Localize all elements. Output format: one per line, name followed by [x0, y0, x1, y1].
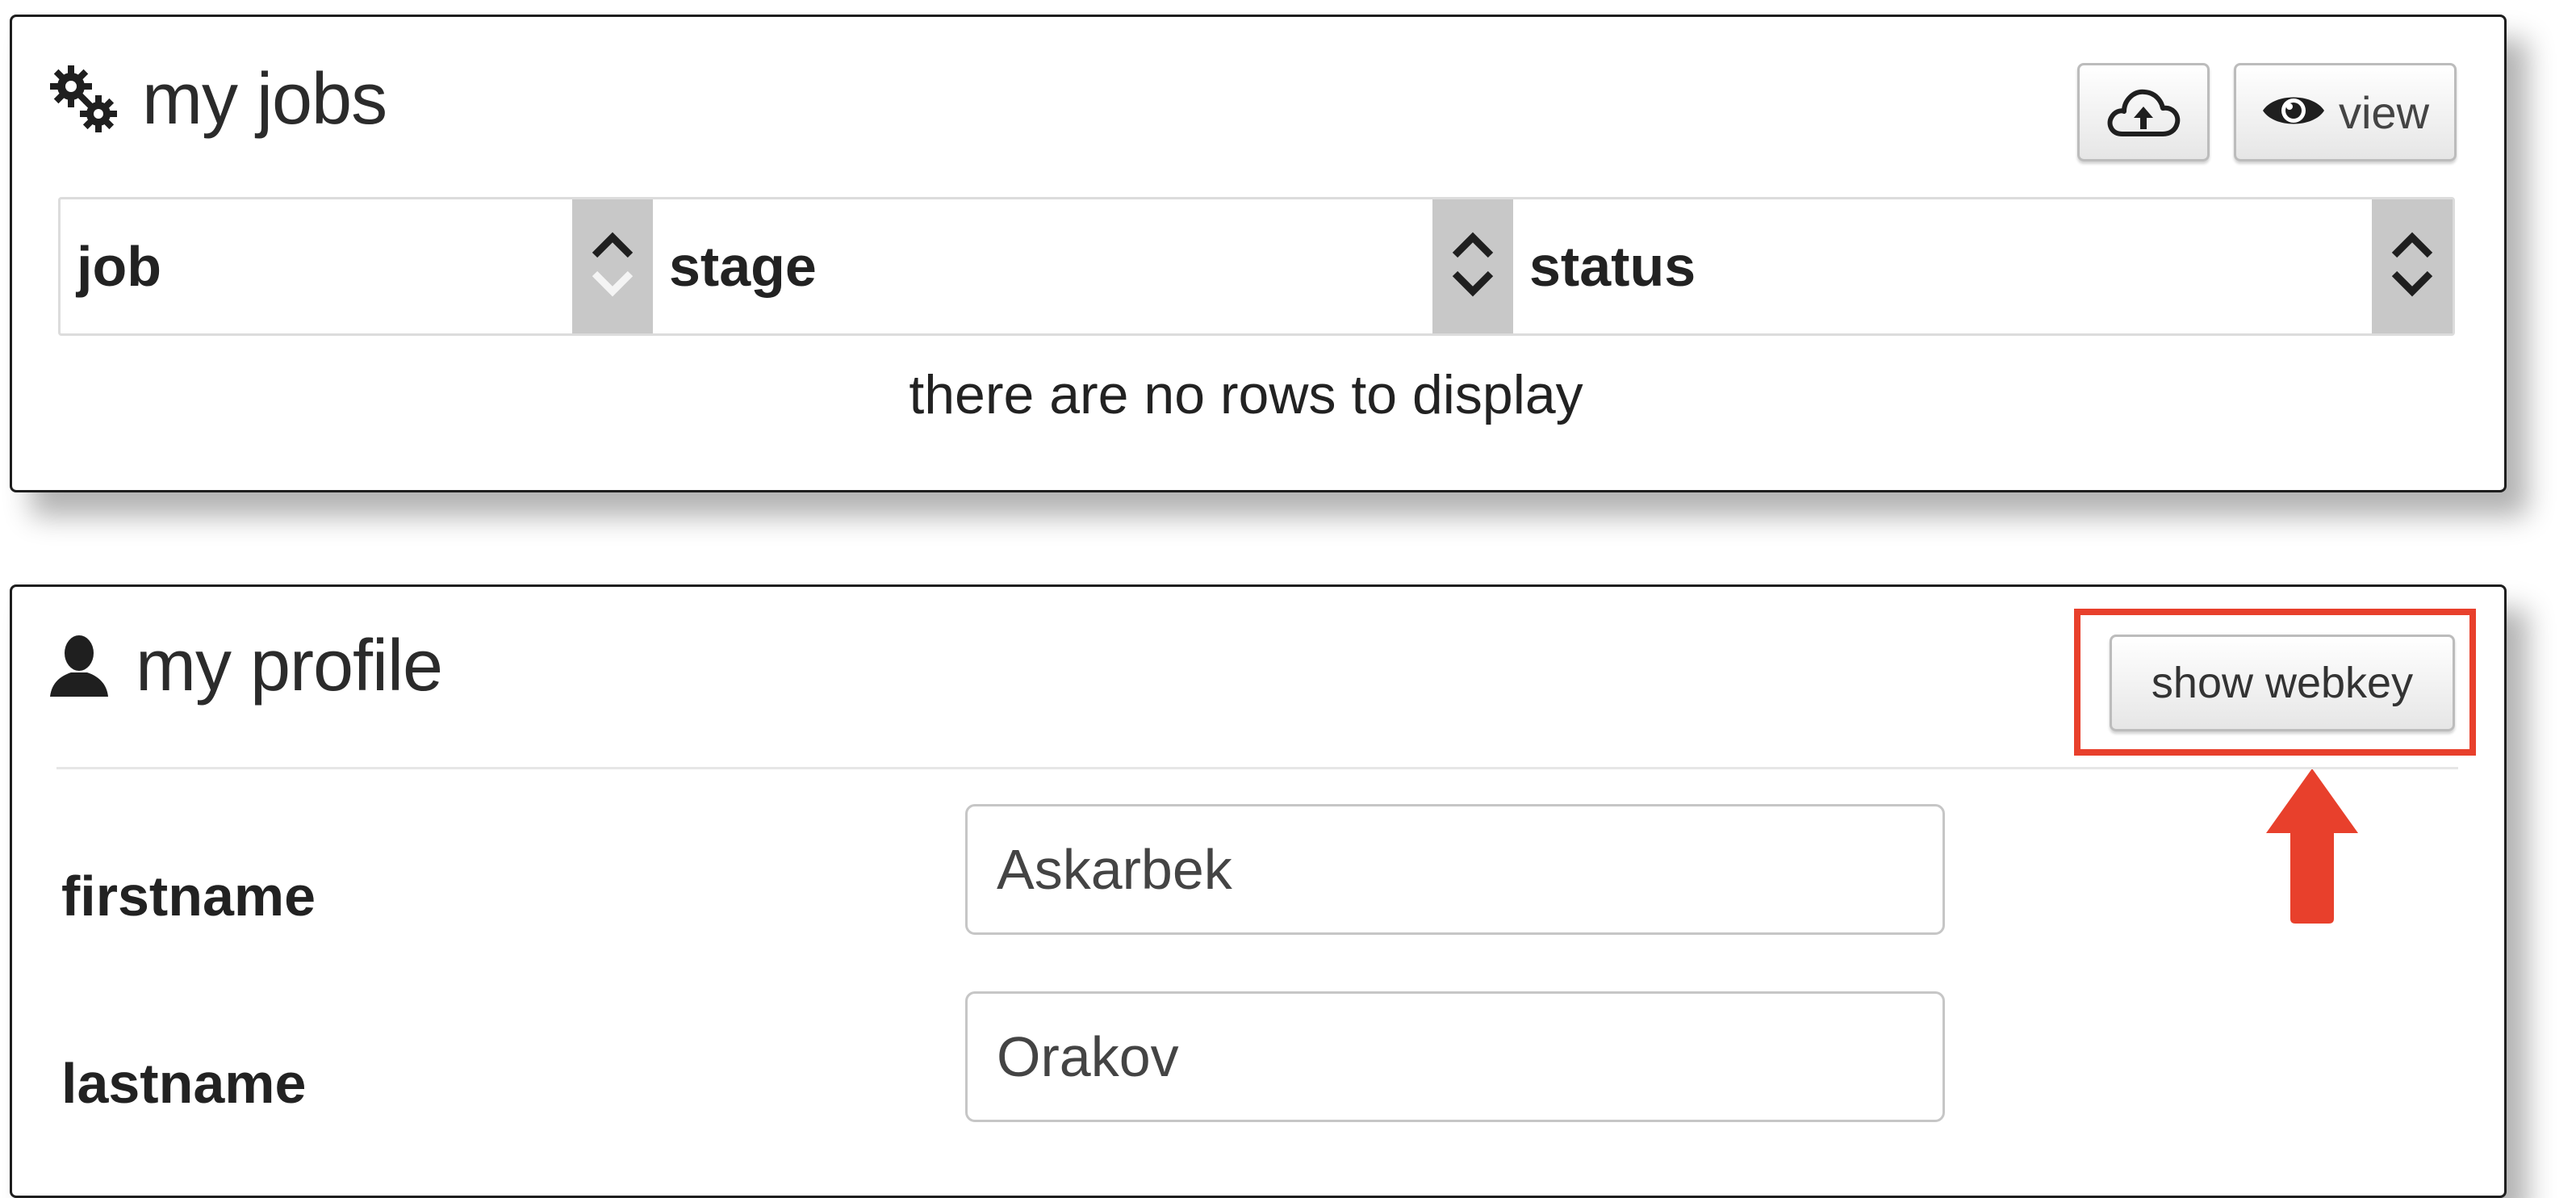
chevron-up-icon — [590, 231, 635, 262]
column-label-stage: stage — [669, 235, 817, 298]
column-header-stage[interactable]: stage — [653, 199, 1513, 333]
my-profile-header: my profile — [47, 622, 443, 710]
cloud-upload-icon — [2105, 82, 2182, 143]
section-divider — [56, 767, 2458, 769]
sort-toggle-stage[interactable] — [1432, 199, 1513, 333]
chevron-down-icon — [2390, 270, 2435, 302]
view-button[interactable]: view — [2234, 63, 2457, 161]
sort-toggle-job[interactable] — [572, 199, 653, 333]
jobs-table-header: job stage status — [58, 197, 2455, 336]
empty-table-message: there are no rows to display — [909, 364, 1583, 425]
user-icon — [47, 632, 111, 700]
arrow-up-icon — [2260, 765, 2365, 931]
my-jobs-header: my jobs — [47, 55, 387, 144]
my-profile-title: my profile — [136, 625, 443, 706]
chevron-up-icon — [2390, 231, 2435, 262]
column-label-job: job — [77, 235, 161, 298]
show-webkey-label: show webkey — [2151, 659, 2414, 707]
column-label-status: status — [1529, 235, 1696, 298]
firstname-label: firstname — [61, 865, 316, 928]
view-button-label: view — [2338, 86, 2430, 138]
column-header-status[interactable]: status — [1513, 199, 2453, 333]
column-header-job[interactable]: job — [61, 199, 653, 333]
eye-icon — [2261, 90, 2326, 136]
lastname-input[interactable] — [965, 991, 1945, 1122]
my-jobs-title: my jobs — [142, 58, 387, 140]
sort-toggle-status[interactable] — [2372, 199, 2453, 333]
chevron-down-icon — [1450, 270, 1495, 302]
lastname-label: lastname — [61, 1052, 307, 1115]
upload-button[interactable] — [2077, 63, 2210, 161]
chevron-down-icon — [590, 270, 635, 302]
chevron-up-icon — [1450, 231, 1495, 262]
firstname-input[interactable] — [965, 804, 1945, 935]
cogs-icon — [47, 62, 121, 136]
show-webkey-button[interactable]: show webkey — [2110, 635, 2455, 731]
